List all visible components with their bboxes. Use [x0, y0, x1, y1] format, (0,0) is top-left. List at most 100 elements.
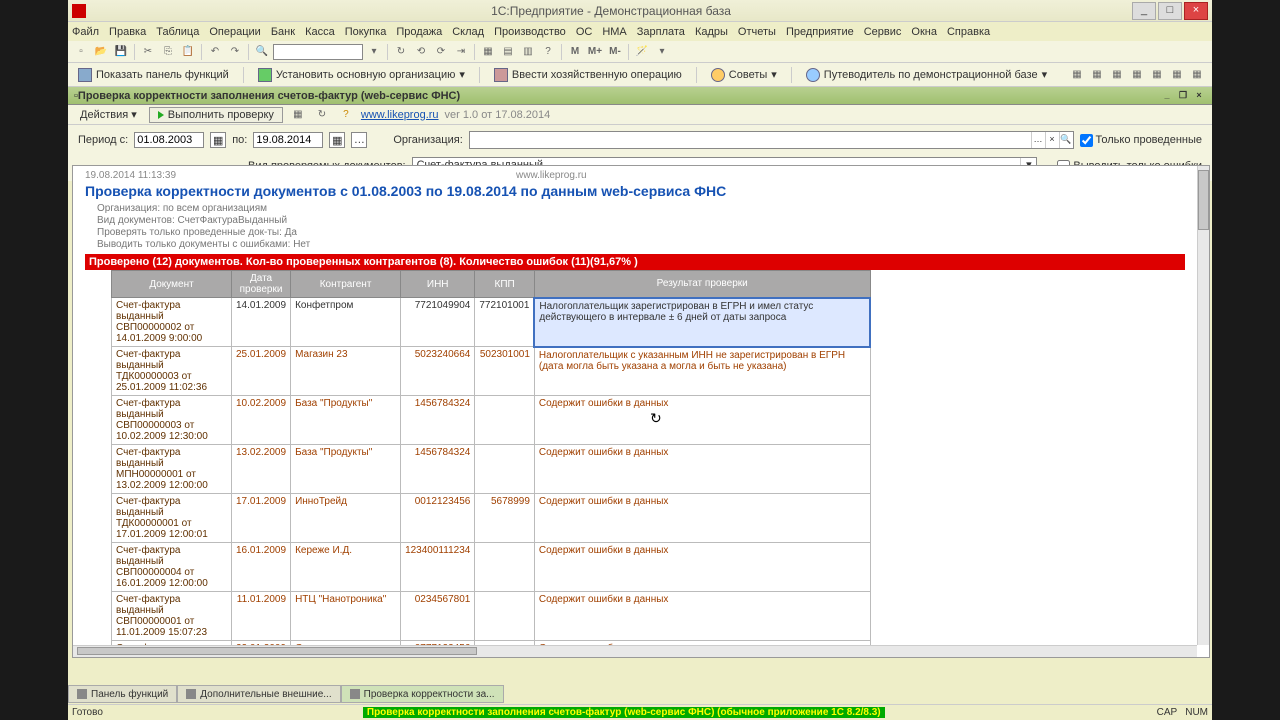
menu-file[interactable]: Файл [72, 26, 99, 38]
refresh-icon[interactable]: ↻ [392, 43, 410, 61]
org-label: Организация: [393, 134, 462, 146]
new-icon[interactable]: ▫ [72, 43, 90, 61]
menu-personnel[interactable]: Кадры [695, 26, 728, 38]
table-row[interactable]: Счет-фактура выданный СВП00000004 от 16.… [112, 543, 871, 592]
menu-operations[interactable]: Операции [209, 26, 260, 38]
menu-nma[interactable]: НМА [602, 26, 626, 38]
help2-icon[interactable]: ? [337, 106, 355, 124]
table-row[interactable]: Счет-фактура выданный ТДК00000001 от 17.… [112, 494, 871, 543]
org-open-button[interactable]: 🔍 [1059, 132, 1073, 148]
back2-icon[interactable]: ⟲ [412, 43, 430, 61]
copy-icon[interactable]: ⎘ [159, 43, 177, 61]
vertical-scrollbar[interactable] [1197, 166, 1209, 645]
calc-icon[interactable]: ▦ [479, 43, 497, 61]
menu-production[interactable]: Производство [494, 26, 566, 38]
cut-icon[interactable]: ✂ [139, 43, 157, 61]
date-to-input[interactable] [253, 132, 323, 148]
menu-cash[interactable]: Касса [305, 26, 335, 38]
menu-edit[interactable]: Правка [109, 26, 146, 38]
col-res: Результат проверки [534, 271, 870, 298]
rt-icon-3[interactable]: ▦ [1108, 66, 1126, 84]
paste-icon[interactable]: 📋 [179, 43, 197, 61]
refresh2-icon[interactable]: ↻ [313, 106, 331, 124]
tab-close[interactable]: × [1192, 89, 1206, 103]
close-button[interactable]: × [1184, 2, 1208, 20]
menu-salary[interactable]: Зарплата [637, 26, 685, 38]
tool-icon[interactable]: 🪄 [633, 43, 651, 61]
menu-help[interactable]: Справка [947, 26, 990, 38]
report-panel: 19.08.2014 11:13:39www.likeprog.ru Прове… [72, 165, 1210, 658]
actions-menu[interactable]: Действия ▾ [74, 107, 143, 122]
menu-bank[interactable]: Банк [271, 26, 295, 38]
enter-op-label: Ввести хозяйственную операцию [512, 69, 682, 81]
period-picker-button[interactable]: … [351, 132, 367, 148]
menu-os[interactable]: ОС [576, 26, 593, 38]
org-select-button[interactable]: … [1031, 132, 1045, 148]
org-input[interactable]: … × 🔍 [469, 131, 1074, 149]
m-icon[interactable]: M [566, 43, 584, 61]
help-icon[interactable]: ? [539, 43, 557, 61]
show-panel-button[interactable]: Показать панель функций [74, 66, 233, 84]
rt-icon-5[interactable]: ▦ [1148, 66, 1166, 84]
version-label: ver 1.0 от 17.08.2014 [445, 109, 551, 121]
mplus-icon[interactable]: M+ [586, 43, 604, 61]
rt-icon-2[interactable]: ▦ [1088, 66, 1106, 84]
table-row[interactable]: Счет-фактура выданный СВП00000002 от 14.… [112, 298, 871, 347]
cal-from-icon[interactable]: ▦ [210, 132, 226, 148]
minimize-button[interactable]: _ [1132, 2, 1156, 20]
set-org-button[interactable]: Установить основную организацию▾ [254, 66, 469, 84]
menu-reports[interactable]: Отчеты [738, 26, 776, 38]
guide-button[interactable]: Путеводитель по демонстрационной базе▾ [802, 66, 1051, 84]
search-input[interactable] [273, 44, 363, 60]
rt-icon-1[interactable]: ▦ [1068, 66, 1086, 84]
enter-op-button[interactable]: Ввести хозяйственную операцию [490, 66, 686, 84]
open-icon[interactable]: 📂 [92, 43, 110, 61]
col-kpp: КПП [475, 271, 535, 298]
undo-icon[interactable]: ↶ [206, 43, 224, 61]
maximize-button[interactable]: □ [1158, 2, 1182, 20]
status-cap: CAP [1157, 707, 1178, 718]
calendar2-icon[interactable]: ▥ [519, 43, 537, 61]
table-row[interactable]: Счет-фактура выданный СВП00000003 от 10.… [112, 396, 871, 445]
rt-icon-7[interactable]: ▦ [1188, 66, 1206, 84]
op-icon [494, 68, 508, 82]
save-icon[interactable]: 💾 [112, 43, 130, 61]
table-row[interactable]: Счет-фактура выданный ТДК00000003 от 25.… [112, 347, 871, 396]
menu-enterprise[interactable]: Предприятие [786, 26, 854, 38]
dropdown2-icon[interactable]: ▾ [653, 43, 671, 61]
tab-minimize[interactable]: _ [1160, 89, 1174, 103]
cal-to-icon[interactable]: ▦ [329, 132, 345, 148]
rt-icon-4[interactable]: ▦ [1128, 66, 1146, 84]
tab-icon [186, 689, 196, 699]
report-timestamp: 19.08.2014 11:13:39 [85, 170, 176, 181]
menu-windows[interactable]: Окна [911, 26, 937, 38]
mminus-icon[interactable]: M- [606, 43, 624, 61]
rt-icon-6[interactable]: ▦ [1168, 66, 1186, 84]
advice-button[interactable]: Советы▾ [707, 66, 781, 84]
menu-purchase[interactable]: Покупка [345, 26, 387, 38]
table-row[interactable]: Счет-фактура выданный СВП00000001 от 11.… [112, 592, 871, 641]
menu-sale[interactable]: Продажа [396, 26, 442, 38]
settings-icon[interactable]: ▦ [289, 106, 307, 124]
menu-warehouse[interactable]: Склад [452, 26, 484, 38]
find-icon[interactable]: 🔍 [253, 43, 271, 61]
dropdown-icon[interactable]: ▾ [365, 43, 383, 61]
bulb-icon [711, 68, 725, 82]
date-from-input[interactable] [134, 132, 204, 148]
tab-panel-functions[interactable]: Панель функций [68, 685, 177, 703]
site-link[interactable]: www.likeprog.ru [361, 109, 439, 121]
menu-table[interactable]: Таблица [156, 26, 199, 38]
forward2-icon[interactable]: ⟳ [432, 43, 450, 61]
org-clear-button[interactable]: × [1045, 132, 1059, 148]
tab-check[interactable]: Проверка корректности за... [341, 685, 504, 703]
calendar-icon[interactable]: ▤ [499, 43, 517, 61]
horizontal-scrollbar[interactable] [73, 645, 1197, 657]
menu-service[interactable]: Сервис [864, 26, 902, 38]
export-icon[interactable]: ⇥ [452, 43, 470, 61]
table-row[interactable]: Счет-фактура выданный МПН00000001 от 13.… [112, 445, 871, 494]
only-posted-checkbox[interactable]: Только проведенные [1080, 134, 1203, 147]
tab-external[interactable]: Дополнительные внешние... [177, 685, 340, 703]
run-check-button[interactable]: Выполнить проверку [149, 107, 283, 123]
redo-icon[interactable]: ↷ [226, 43, 244, 61]
tab-restore[interactable]: ❐ [1176, 89, 1190, 103]
